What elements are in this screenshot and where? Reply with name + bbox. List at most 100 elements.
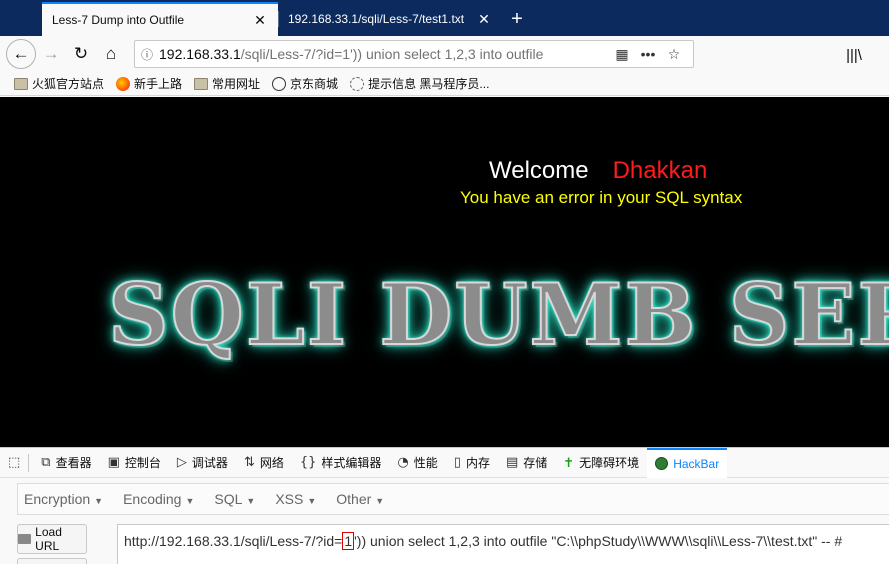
- menu-other[interactable]: Other ▼: [336, 491, 384, 507]
- tab-accessibility[interactable]: ✝ 无障碍环境: [555, 448, 647, 478]
- devtools-tab-bar: ⬚ ⧉ 查看器 ▣ 控制台 ▷ 调试器 ⇅ 网络 {} 样式编辑器 ◔ 性能 ▯ 内存 ▤ 存储…: [0, 447, 889, 478]
- library-button[interactable]: |||\: [840, 42, 868, 68]
- info-icon[interactable]: ⓘ: [141, 46, 159, 63]
- folder-icon: [14, 77, 28, 90]
- bookmark-label: 京东商城: [290, 77, 339, 91]
- tab-network[interactable]: ⇅ 网络: [236, 448, 292, 478]
- devtools-panel: ⬚ ⧉ 查看器 ▣ 控制台 ▷ 调试器 ⇅ 网络 {} 样式编辑器 ◔ 性能 ▯ 内存 ▤ 存储…: [0, 447, 889, 564]
- tab-title: Less-7 Dump into Outfile: [52, 13, 185, 27]
- tab-label: 性能: [413, 456, 438, 470]
- bookmarks-toolbar: 火狐官方站点 新手上路 常用网址 京东商城 提示信息 黑马程序员...: [0, 72, 889, 96]
- load-url-label: Load URL: [35, 525, 62, 553]
- menu-sql[interactable]: SQL ▼: [214, 491, 255, 507]
- bookmark-label: 新手上路: [134, 77, 183, 91]
- tab-performance[interactable]: ◔ 性能: [389, 448, 445, 478]
- menu-label: Encoding: [123, 491, 182, 507]
- bookmark-item[interactable]: 京东商城: [272, 75, 338, 92]
- tab-storage[interactable]: ▤ 存储: [498, 448, 555, 478]
- reload-icon: ↻: [73, 44, 89, 63]
- caret-down-icon: ▼: [246, 496, 256, 506]
- load-icon: [18, 534, 32, 544]
- sql-error-message: You have an error in your SQL syntax: [460, 188, 743, 207]
- globe-icon: [272, 76, 287, 91]
- tab-label: 调试器: [191, 456, 228, 470]
- close-tab-icon[interactable]: ✕: [252, 12, 268, 29]
- storage-icon: ▤: [505, 455, 519, 470]
- back-button[interactable]: ←: [6, 39, 36, 69]
- menu-label: SQL: [214, 491, 243, 507]
- address-bar[interactable]: ⓘ 192.168.33.1/sqli/Less-7/?id=1')) unio…: [134, 40, 694, 68]
- console-icon: ▣: [107, 455, 120, 470]
- page-actions-icon[interactable]: •••: [635, 46, 661, 62]
- bookmark-item[interactable]: 常用网址: [194, 75, 260, 92]
- url-prefix: http://192.168.33.1/sqli/Less-7/?id=: [124, 533, 343, 549]
- new-tab-button[interactable]: +: [502, 2, 532, 36]
- tab-title: 192.168.33.1/sqli/Less-7/test1.txt: [288, 12, 465, 26]
- debugger-icon: ▷: [176, 455, 187, 470]
- library-icon: |||\: [846, 46, 862, 64]
- home-icon: ⌂: [105, 44, 117, 63]
- bookmark-star-icon[interactable]: ☆: [661, 46, 687, 63]
- menu-encryption[interactable]: Encryption ▼: [24, 491, 103, 507]
- url-path: /sqli/Less-7/?id=1')) union select 1,2,3…: [240, 46, 544, 62]
- tab-less7[interactable]: Less-7 Dump into Outfile ✕: [42, 2, 278, 36]
- welcome-text: Welcome Dhakkan: [489, 157, 707, 185]
- qr-code-icon[interactable]: ▦: [609, 46, 635, 63]
- tab-memory[interactable]: ▯ 内存: [446, 448, 498, 478]
- forward-button[interactable]: →: [36, 39, 66, 69]
- hackbar-menu: Encryption ▼ Encoding ▼ SQL ▼ XSS ▼ Other ▼: [17, 483, 889, 515]
- element-picker-icon[interactable]: ⬚: [8, 455, 20, 470]
- tab-test1[interactable]: 192.168.33.1/sqli/Less-7/test1.txt ✕: [278, 2, 502, 36]
- loading-icon: [350, 76, 365, 91]
- username-label: Dhakkan: [612, 157, 708, 184]
- tab-debugger[interactable]: ▷ 调试器: [169, 448, 236, 478]
- welcome-label: Welcome: [489, 157, 589, 184]
- tab-label: 查看器: [55, 456, 92, 470]
- hackbar-url-input[interactable]: http://192.168.33.1/sqli/Less-7/?id= 1 '))…: [117, 524, 889, 564]
- bookmark-label: 火狐官方站点: [32, 77, 105, 91]
- firefox-icon: [116, 76, 131, 91]
- tab-label: 内存: [465, 456, 490, 470]
- inspector-icon: ⧉: [41, 455, 51, 470]
- arrow-left-icon: ←: [12, 44, 30, 63]
- network-icon: ⇅: [243, 455, 255, 470]
- home-button[interactable]: ⌂: [96, 39, 126, 69]
- performance-icon: ◔: [397, 455, 409, 470]
- bookmark-item[interactable]: 火狐官方站点: [14, 75, 104, 92]
- bookmark-item[interactable]: 新手上路: [116, 75, 182, 92]
- page-content: Welcome Dhakkan You have an error in your…: [0, 97, 889, 447]
- highlighted-param: 1: [342, 532, 355, 550]
- tab-inspector[interactable]: ⧉ 查看器: [33, 448, 99, 478]
- caret-down-icon: ▼: [307, 496, 317, 506]
- reload-button[interactable]: ↻: [66, 39, 96, 69]
- arrow-right-icon: →: [42, 44, 60, 63]
- accessibility-icon: ✝: [563, 454, 575, 470]
- sqli-banner-logo: SQLI DUMB SERI: [107, 264, 889, 365]
- divider: [28, 453, 30, 472]
- url-suffix: ')) union select 1,2,3 into outfile "C:\…: [354, 533, 843, 549]
- memory-icon: ▯: [453, 455, 461, 470]
- caret-down-icon: ▼: [185, 496, 195, 506]
- caret-down-icon: ▼: [375, 496, 385, 506]
- menu-label: Other: [336, 491, 372, 507]
- load-url-button[interactable]: Load URL: [17, 524, 87, 554]
- caret-down-icon: ▼: [94, 496, 104, 506]
- tab-label: 存储: [523, 456, 548, 470]
- tab-console[interactable]: ▣ 控制台: [100, 448, 169, 478]
- menu-encoding[interactable]: Encoding ▼: [123, 491, 194, 507]
- close-tab-icon[interactable]: ✕: [476, 11, 492, 28]
- bookmark-label: 常用网址: [212, 77, 261, 91]
- split-url-button[interactable]: [17, 558, 87, 564]
- bookmark-item[interactable]: 提示信息 黑马程序员...: [350, 75, 489, 92]
- tab-label: 样式编辑器: [321, 456, 382, 470]
- tab-label: 网络: [259, 456, 284, 470]
- url-text[interactable]: 192.168.33.1/sqli/Less-7/?id=1')) union …: [159, 46, 609, 62]
- hackbar-icon: [655, 457, 669, 470]
- url-host: 192.168.33.1: [159, 46, 241, 62]
- tab-label: HackBar: [673, 456, 720, 471]
- menu-xss[interactable]: XSS ▼: [275, 491, 316, 507]
- bookmark-label: 提示信息 黑马程序员...: [368, 77, 490, 91]
- style-editor-icon: {}: [299, 455, 317, 470]
- tab-style-editor[interactable]: {} 样式编辑器: [292, 448, 390, 478]
- tab-hackbar[interactable]: HackBar: [647, 447, 728, 478]
